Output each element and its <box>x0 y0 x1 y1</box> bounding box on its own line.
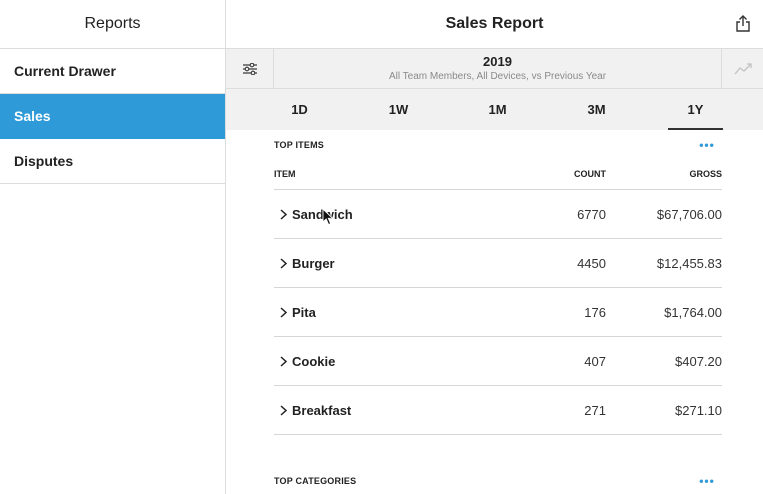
sidebar-item-current-drawer[interactable]: Current Drawer <box>0 49 225 94</box>
top-categories-header: TOP CATEGORIES ••• <box>274 467 722 494</box>
filter-bar: 2019 All Team Members, All Devices, vs P… <box>226 49 763 89</box>
item-cell: Breakfast <box>274 403 526 418</box>
item-cell: Cookie <box>274 354 526 369</box>
sidebar-item-disputes[interactable]: Disputes <box>0 139 225 184</box>
top-categories-title: TOP CATEGORIES <box>274 475 357 486</box>
date-range-tabs: 1D 1W 1M 3M 1Y <box>226 89 763 130</box>
sales-report-panel: Sales Report 2019 All Team Members, All … <box>226 0 763 494</box>
report-year: 2019 <box>483 53 512 69</box>
table-row[interactable]: Breakfast 271 $271.10 <box>274 386 722 435</box>
item-count: 4450 <box>577 255 606 271</box>
tab-1d[interactable]: 1D <box>250 89 349 130</box>
sidebar-item-sales[interactable]: Sales <box>0 94 225 139</box>
filter-settings-button[interactable] <box>226 49 274 88</box>
page-title: Sales Report <box>445 15 544 32</box>
table-row[interactable]: Sandwich 6770 $67,706.00 <box>274 190 722 239</box>
item-name: Burger <box>292 255 335 271</box>
sliders-icon <box>242 62 257 75</box>
chevron-right-icon <box>278 257 288 269</box>
main-header: Sales Report <box>226 0 763 49</box>
chevron-right-icon <box>278 208 288 220</box>
share-export-icon <box>736 14 750 32</box>
table-row[interactable]: Cookie 407 $407.20 <box>274 337 722 386</box>
top-categories-more-button[interactable]: ••• <box>692 474 722 488</box>
top-items-title: TOP ITEMS <box>274 139 324 150</box>
item-gross: $67,706.00 <box>656 206 722 222</box>
item-gross: $271.10 <box>675 402 722 418</box>
trend-button[interactable] <box>721 49 763 88</box>
tab-1m[interactable]: 1M <box>448 89 547 130</box>
item-cell: Sandwich <box>274 207 526 222</box>
table-row[interactable]: Pita 176 $1,764.00 <box>274 288 722 337</box>
top-items-header: TOP ITEMS ••• <box>274 131 722 158</box>
chevron-right-icon <box>278 404 288 416</box>
item-name: Pita <box>292 304 316 320</box>
column-header-count: COUNT <box>574 168 606 179</box>
report-content: TOP ITEMS ••• ITEM COUNT GROSS Sandwich … <box>274 131 722 494</box>
export-button[interactable] <box>733 13 753 33</box>
item-name: Cookie <box>292 353 336 369</box>
tab-3m[interactable]: 3M <box>547 89 646 130</box>
tab-1w[interactable]: 1W <box>349 89 448 130</box>
table-row[interactable]: Burger 4450 $12,455.83 <box>274 239 722 288</box>
top-items-more-button[interactable]: ••• <box>692 138 722 152</box>
table-header: ITEM COUNT GROSS <box>274 158 722 190</box>
item-cell: Pita <box>274 305 526 320</box>
trend-line-icon <box>734 62 752 74</box>
item-gross: $1,764.00 <box>664 304 722 320</box>
sidebar-title: Reports <box>0 0 225 49</box>
chevron-right-icon <box>278 355 288 367</box>
tab-1y[interactable]: 1Y <box>646 89 745 130</box>
item-name: Breakfast <box>292 402 352 418</box>
item-cell: Burger <box>274 256 526 271</box>
column-header-gross: GROSS <box>689 168 722 179</box>
chevron-right-icon <box>278 306 288 318</box>
item-name: Sandwich <box>292 206 353 222</box>
item-count: 6770 <box>577 206 606 222</box>
item-gross: $407.20 <box>675 353 722 369</box>
column-header-item: ITEM <box>274 168 296 179</box>
item-count: 271 <box>584 402 606 418</box>
reports-sidebar: Reports Current Drawer Sales Disputes <box>0 0 226 494</box>
report-filter-subtitle: All Team Members, All Devices, vs Previo… <box>388 70 607 82</box>
item-count: 407 <box>584 353 606 369</box>
report-filter-summary[interactable]: 2019 All Team Members, All Devices, vs P… <box>274 49 721 88</box>
item-gross: $12,455.83 <box>656 255 722 271</box>
item-count: 176 <box>584 304 606 320</box>
